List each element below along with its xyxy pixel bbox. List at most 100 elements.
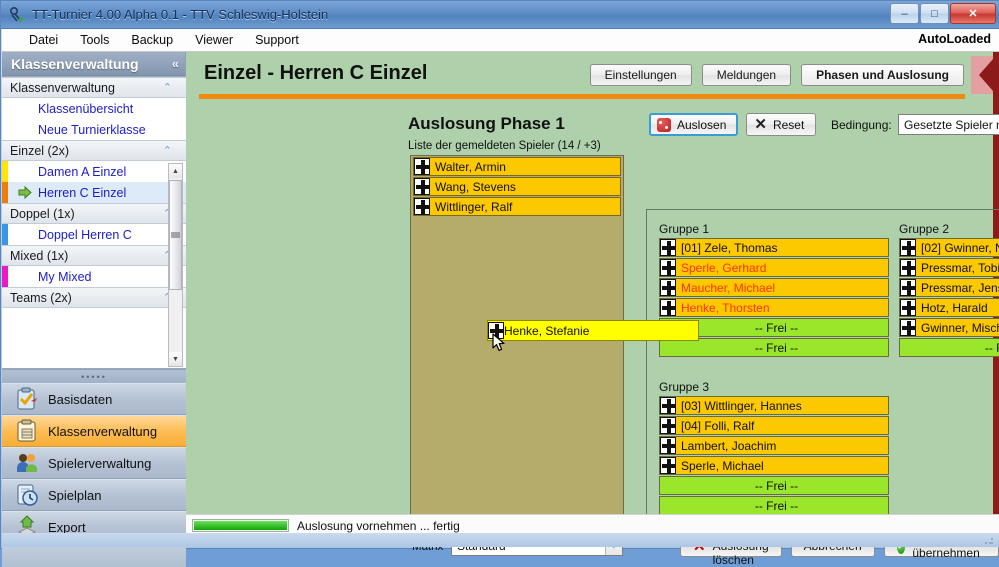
group-slot-free[interactable]: -- Frei -- (659, 476, 889, 495)
move-cross-icon[interactable] (660, 457, 676, 474)
sidebar-group-4[interactable]: Teams (2x)⌃ (2, 287, 186, 308)
condition-value: Gesetzte Spieler nach System zuordnen (904, 118, 999, 132)
collapse-icon[interactable]: « (172, 56, 179, 71)
move-cross-icon[interactable] (900, 319, 916, 336)
class-color-swatch (2, 266, 8, 287)
menu-item-backup[interactable]: Backup (120, 31, 184, 49)
sidebar-item-doppel-herren-c[interactable]: Doppel Herren C (2, 224, 186, 245)
sidebar-tree: Klassenverwaltung⌃KlassenübersichtNeue T… (2, 76, 186, 369)
group-slot-player[interactable]: Gwinner, Mischa (Ber) (899, 318, 999, 337)
menu-item-support[interactable]: Support (244, 31, 310, 49)
drag-preview-item[interactable]: Henke, Stefanie (487, 320, 699, 341)
move-cross-icon[interactable] (900, 239, 916, 256)
auslosen-button[interactable]: Auslosen (649, 113, 738, 136)
sidebar-item-label: My Mixed (38, 270, 91, 284)
sidebar-item-my-mixed[interactable]: My Mixed (2, 266, 186, 287)
group-slot-player[interactable]: Lambert, Joachim (659, 436, 889, 455)
reset-button[interactable]: ✕ Reset (746, 113, 816, 136)
minimize-button[interactable]: – (890, 3, 919, 24)
class-color-swatch (2, 224, 8, 245)
window-controls: – □ ✕ (890, 3, 996, 24)
group-slot-player[interactable]: Henke, Thorsten (659, 298, 889, 317)
autoloaded-status: AutoLoaded (918, 32, 991, 46)
sidebar-group-3[interactable]: Mixed (1x)⌃ (2, 245, 186, 266)
move-cross-icon[interactable] (660, 437, 676, 454)
sidebar-item-klassen-bersicht[interactable]: Klassenübersicht (2, 98, 186, 119)
window-title: TT-Turnier 4.00 Alpha 0.1 - TTV Schleswi… (32, 7, 328, 22)
menu-item-datei[interactable]: Datei (18, 31, 69, 49)
title-bar: TT-Turnier 4.00 Alpha 0.1 - TTV Schleswi… (1, 1, 999, 29)
group-slot-player[interactable]: [03] Wittlinger, Hannes (659, 396, 889, 415)
condition-select[interactable]: Gesetzte Spieler nach System zuordnen ▼ (898, 114, 999, 135)
sidebar-scrollbar[interactable]: ▲ ▼ (168, 163, 183, 367)
menu-item-tools[interactable]: Tools (69, 31, 120, 49)
sidebar-item-herren-c-einzel[interactable]: Herren C Einzel (2, 182, 186, 203)
move-cross-icon[interactable] (900, 259, 916, 276)
menu-item-viewer[interactable]: Viewer (184, 31, 244, 49)
sidebar-header-title: Klassenverwaltung (11, 56, 139, 72)
move-cross-icon[interactable] (660, 299, 676, 316)
sidebar-nav-spielplan[interactable]: Spielplan (2, 479, 186, 511)
group-slot-player[interactable]: Sperle, Michael (659, 456, 889, 475)
reset-label: Reset (773, 118, 804, 132)
sidebar-nav-klassenverwaltung[interactable]: Klassenverwaltung (2, 415, 186, 447)
group-slot-player[interactable]: [02] Gwinner, Nico (899, 238, 999, 257)
draw-action-buttons: Auslosen ✕ Reset (649, 113, 816, 136)
tab-meldungen[interactable]: Meldungen (702, 64, 791, 86)
right-pullout-tab[interactable] (971, 56, 993, 94)
app-icon (8, 6, 26, 24)
sidebar-group-2[interactable]: Doppel (1x)⌃ (2, 203, 186, 224)
sidebar-nav-spielerverwaltung[interactable]: Spielerverwaltung (2, 447, 186, 479)
sidebar-item-neue-turnierklasse[interactable]: Neue Turnierklasse (2, 119, 186, 140)
move-cross-icon[interactable] (900, 299, 916, 316)
group-slot-player[interactable]: Pressmar, Jens (899, 278, 999, 297)
resize-grip[interactable] (984, 535, 994, 545)
player-row[interactable]: Wang, Stevens (413, 177, 621, 196)
move-cross-icon[interactable] (660, 397, 676, 414)
mouse-cursor (492, 333, 506, 356)
player-row[interactable]: Wittlinger, Ralf (413, 197, 621, 216)
sidebar-item-label: Damen A Einzel (38, 165, 126, 179)
sidebar-group-0[interactable]: Klassenverwaltung⌃ (2, 77, 186, 98)
group-slot-player[interactable]: [01] Zele, Thomas (659, 238, 889, 257)
move-cross-icon[interactable] (660, 417, 676, 434)
free-slot-label: -- Frei -- (750, 479, 798, 493)
move-cross-icon[interactable] (660, 279, 676, 296)
move-cross-icon[interactable] (414, 178, 430, 195)
group-slot-player[interactable]: Sperle, Gerhard (659, 258, 889, 277)
player-row[interactable]: Walter, Armin (413, 157, 621, 176)
tab-phasen-und-auslosung[interactable]: Phasen und Auslosung (801, 64, 964, 86)
move-cross-icon[interactable] (900, 279, 916, 296)
free-slot-label: -- Frei -- (750, 341, 798, 355)
chevron-up-icon[interactable]: ⌃ (163, 144, 172, 157)
close-button[interactable]: ✕ (950, 3, 996, 24)
group-player-name: Sperle, Gerhard (676, 261, 766, 275)
player-name: Walter, Armin (430, 160, 506, 174)
group-slot-player[interactable]: Maucher, Michael (659, 278, 889, 297)
section-title: Auslosung Phase 1 (408, 114, 565, 134)
users-icon (15, 451, 39, 475)
sidebar-group-1[interactable]: Einzel (2x)⌃ (2, 140, 186, 161)
scroll-up-icon[interactable]: ▲ (169, 164, 182, 178)
group-slot-player[interactable]: [04] Folli, Ralf (659, 416, 889, 435)
move-cross-icon[interactable] (414, 158, 430, 175)
tab-einstellungen[interactable]: Einstellungen (590, 64, 692, 86)
scroll-down-icon[interactable]: ▼ (169, 352, 182, 366)
status-text: Auslosung vornehmen ... fertig (297, 519, 460, 533)
maximize-button[interactable]: □ (920, 3, 949, 24)
group-slot-player[interactable]: Pressmar, Tobias (899, 258, 999, 277)
sidebar-nav-basisdaten[interactable]: Basisdaten (2, 383, 186, 415)
group-slot-player[interactable]: Hotz, Harald (899, 298, 999, 317)
chevron-up-icon[interactable]: ⌃ (163, 81, 172, 94)
move-cross-icon[interactable] (660, 239, 676, 256)
scrollbar-thumb[interactable] (169, 180, 182, 290)
sidebar-splitter[interactable]: ••••• (2, 369, 186, 383)
group-slot-free[interactable]: -- Frei -- (899, 338, 999, 357)
move-cross-icon[interactable] (660, 259, 676, 276)
sidebar-item-damen-a-einzel[interactable]: Damen A Einzel (2, 161, 186, 182)
group-slot-free[interactable]: -- Frei -- (659, 496, 889, 515)
player-name: Wang, Stevens (430, 180, 516, 194)
move-cross-icon[interactable] (414, 198, 430, 215)
group-player-name: Lambert, Joachim (676, 439, 776, 453)
section-subtitle: Liste der gemeldeten Spieler (14 / +3) (408, 140, 601, 152)
